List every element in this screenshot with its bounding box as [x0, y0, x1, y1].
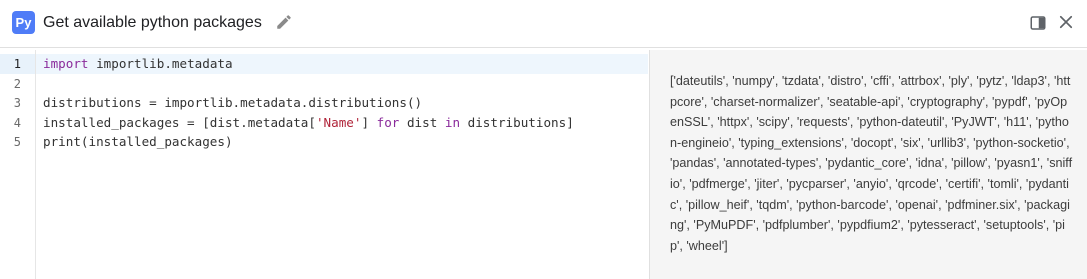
keyword-token: import [43, 56, 89, 71]
dialog-header: Py Get available python packages [0, 0, 1087, 48]
pencil-icon[interactable] [275, 13, 293, 31]
code-token: dist [399, 115, 445, 130]
code-line[interactable]: distributions = importlib.metadata.distr… [36, 93, 648, 113]
keyword-token: in [444, 115, 461, 130]
keyword-token: for [376, 115, 400, 130]
output-text: ['dateutils', 'numpy', 'tzdata', 'distro… [670, 74, 1073, 253]
output-panel: ['dateutils', 'numpy', 'tzdata', 'distro… [649, 50, 1087, 279]
string-token: 'Name' [315, 115, 362, 130]
close-icon[interactable] [1057, 13, 1075, 31]
line-number: 5 [13, 135, 21, 149]
code-line[interactable]: print(installed_packages) [36, 132, 648, 152]
line-number: 1 [0, 54, 35, 74]
side-panel-icon[interactable] [1029, 14, 1047, 32]
code-token: distributions] [460, 115, 574, 130]
code-token: ] [361, 115, 377, 130]
code-token: importlib.metadata [88, 56, 233, 71]
line-number: 3 [13, 96, 21, 110]
line-number: 2 [13, 77, 21, 91]
code-token: installed_packages = [dist.metadata[ [43, 115, 316, 130]
python-logo-icon: Py [12, 11, 35, 34]
line-number-gutter: 1 2 3 4 5 [0, 50, 36, 279]
code-editor[interactable]: 1 2 3 4 5 import importlib.metadata dist… [0, 50, 649, 279]
code-line[interactable] [36, 74, 648, 94]
line-number: 4 [13, 116, 21, 130]
page-title: Get available python packages [43, 14, 262, 31]
code-line[interactable]: import importlib.metadata [36, 54, 648, 74]
code-line[interactable]: installed_packages = [dist.metadata['Nam… [36, 113, 648, 133]
